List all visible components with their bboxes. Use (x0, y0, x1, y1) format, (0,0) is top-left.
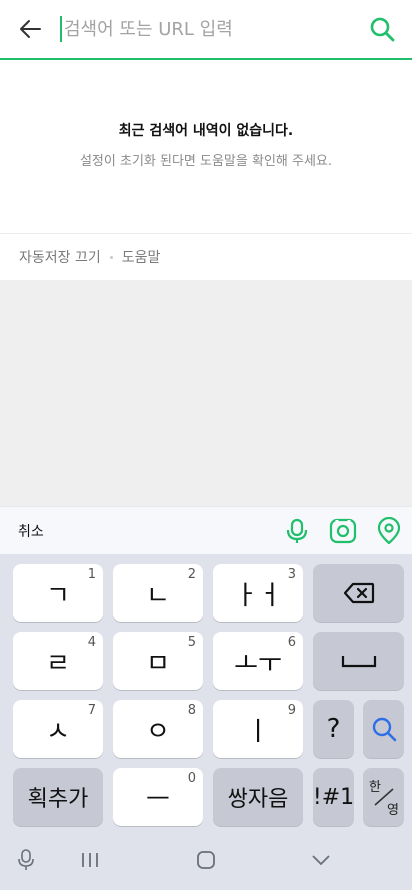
search-key[interactable] (363, 700, 404, 758)
key-number: 6 (287, 635, 296, 650)
backspace-icon (343, 582, 374, 604)
key-label: ㅣ (246, 716, 270, 747)
key-number: 7 (87, 703, 96, 718)
key-number: 2 (187, 567, 196, 582)
key-giyeok[interactable]: 1 ㄱ (13, 564, 103, 622)
search-bar (0, 0, 412, 60)
search-icon (370, 17, 395, 42)
key-number: 3 (287, 567, 296, 582)
space-icon (341, 656, 376, 668)
text-cursor (60, 16, 62, 42)
key-nieun[interactable]: 2 ㄴ (113, 564, 203, 622)
double-consonant-key[interactable]: 쌍자음 (213, 768, 303, 826)
key-label: 쌍자음 (227, 787, 289, 812)
empty-state-subtitle: 설정이 초기화 된다면 도움말을 확인해 주세요. (79, 154, 333, 169)
keyboard: 1 ㄱ 2 ㄴ 3 ㅏㅓ 4 ㄹ 5 ㅁ 6 ㅗㅜ 7 ㅅ 8 ㅇ 9 ㅣ ? … (0, 554, 412, 830)
history-options-row: 자동저장 끄기 도움말 (0, 234, 412, 280)
symbols-key[interactable]: !#1 (313, 768, 354, 826)
separator-dot (109, 255, 113, 259)
key-label: ㅇ (146, 716, 170, 747)
key-label: ㅡ (146, 784, 170, 815)
space-key[interactable] (313, 632, 404, 690)
key-eu[interactable]: 0 ㅡ (113, 768, 203, 826)
home-button[interactable] (176, 830, 236, 890)
key-number: 1 (87, 567, 96, 582)
language-switch-key[interactable]: 한 영 (363, 768, 404, 826)
key-a-eo[interactable]: 3 ㅏㅓ (213, 564, 303, 622)
key-label: ? (326, 714, 341, 744)
language-label-english: 영 (387, 803, 399, 818)
location-pin-icon (377, 516, 401, 544)
keyboard-toolbar: 취소 (0, 506, 412, 554)
question-mark-key[interactable]: ? (313, 700, 354, 758)
mic-icon (286, 518, 308, 543)
autosave-off-link[interactable]: 자동저장 끄기 (19, 247, 101, 267)
back-arrow-icon (20, 20, 41, 38)
key-label: ㄴ (146, 580, 170, 611)
backspace-key[interactable] (313, 564, 404, 622)
empty-state: 최근 검색어 내역이 없습니다. 설정이 초기화 된다면 도움말을 확인해 주세… (0, 62, 412, 232)
key-number: 9 (287, 703, 296, 718)
camera-lens-icon (329, 518, 357, 543)
key-label: 획추가 (27, 787, 89, 812)
key-rieul[interactable]: 4 ㄹ (13, 632, 103, 690)
voice-search-button[interactable] (274, 507, 320, 555)
lens-search-button[interactable] (320, 507, 366, 555)
keyboard-voice-button[interactable] (0, 830, 56, 890)
key-ieung[interactable]: 8 ㅇ (113, 700, 203, 758)
home-icon (197, 851, 215, 869)
empty-state-title: 최근 검색어 내역이 없습니다. (118, 123, 294, 139)
language-label-korean: 한 (369, 780, 381, 795)
key-label: !#1 (312, 784, 355, 810)
key-label: ㅅ (46, 716, 70, 747)
key-mieum[interactable]: 5 ㅁ (113, 632, 203, 690)
search-icon (372, 717, 396, 742)
recent-apps-icon (82, 853, 98, 867)
key-label: ㅗㅜ (234, 648, 282, 679)
key-number: 4 (87, 635, 96, 650)
navigation-bar (0, 830, 412, 890)
key-o-u[interactable]: 6 ㅗㅜ (213, 632, 303, 690)
key-i[interactable]: 9 ㅣ (213, 700, 303, 758)
location-search-button[interactable] (366, 507, 412, 555)
key-label: ㄹ (46, 648, 70, 679)
content-background (0, 280, 412, 506)
keyboard-mic-icon (18, 849, 34, 870)
back-button[interactable] (0, 0, 60, 58)
hide-keyboard-button[interactable] (291, 830, 351, 890)
key-number: 5 (187, 635, 196, 650)
help-link[interactable]: 도움말 (122, 247, 161, 267)
key-number: 8 (187, 703, 196, 718)
key-label: ㅁ (146, 648, 170, 679)
recent-apps-button[interactable] (60, 830, 120, 890)
key-label: ㄱ (46, 580, 70, 611)
hide-keyboard-icon (312, 855, 330, 866)
search-button[interactable] (352, 0, 412, 58)
cancel-button[interactable]: 취소 (0, 521, 274, 541)
key-siot[interactable]: 7 ㅅ (13, 700, 103, 758)
search-input[interactable] (64, 18, 344, 40)
search-field (60, 0, 352, 58)
key-number: 0 (187, 771, 196, 786)
add-stroke-key[interactable]: 획추가 (13, 768, 103, 826)
key-label: ㅏㅓ (234, 580, 282, 611)
